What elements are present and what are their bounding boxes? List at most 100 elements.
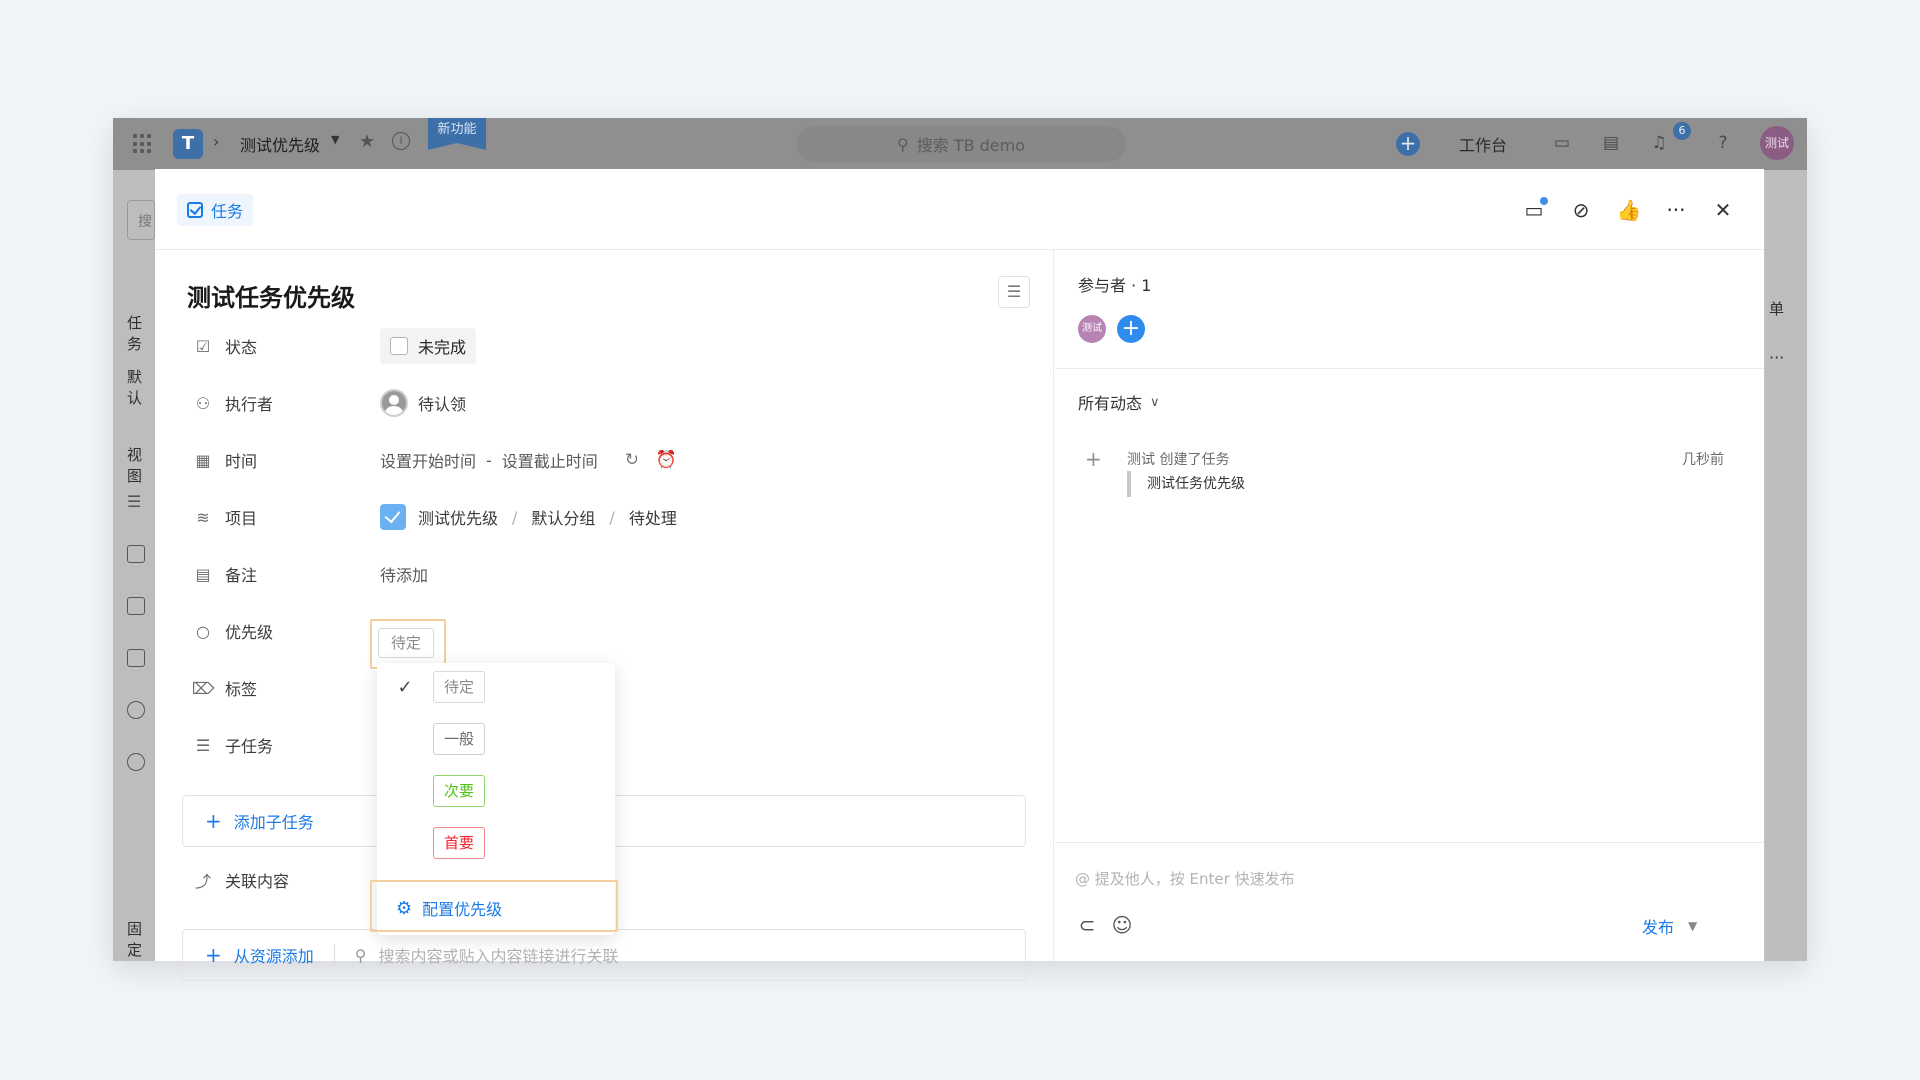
status-toggle[interactable]: 未完成 — [380, 328, 477, 364]
resource-search-input[interactable]: 搜索内容或贴入内容链接进行关联 — [379, 943, 619, 967]
info-icon[interactable]: i — [392, 132, 410, 150]
comment-input[interactable]: @ 提及他人，按 Enter 快速发布 — [1075, 868, 1295, 889]
apps-grid-icon[interactable] — [133, 134, 153, 154]
project-path[interactable]: 测试优先级 / 默认分组 / 待处理 — [380, 504, 677, 530]
calendar-icon[interactable]: ▭ — [1551, 132, 1573, 154]
config-priority-label: 配置优先级 — [422, 900, 503, 919]
help-icon[interactable]: ? — [1712, 132, 1734, 154]
square-icon — [127, 597, 145, 615]
workbench-link[interactable]: 工作台 — [1459, 132, 1507, 156]
checkbox-icon: ☑ — [195, 336, 211, 356]
project-name[interactable]: 测试优先级 — [418, 505, 498, 529]
list-icon: ☰ — [127, 492, 142, 511]
priority-option-label: 一般 — [433, 723, 486, 755]
field-priority: ○ 优先级 — [193, 611, 1033, 651]
more-icon[interactable]: ··· — [1662, 196, 1690, 224]
create-plus-icon[interactable]: + — [1396, 132, 1420, 156]
assignee-picker[interactable]: 待认领 — [380, 389, 466, 417]
add-from-resource-label: 从资源添加 — [233, 947, 314, 966]
user-avatar[interactable]: 测试 — [1760, 126, 1794, 160]
emoji-icon[interactable]: ☺ — [1110, 913, 1134, 937]
time-value: 设置开始时间 - 设置截止时间 ↻ ⏰ — [380, 448, 677, 472]
caret-down-icon[interactable]: ▼ — [331, 133, 339, 146]
add-participant-button[interactable]: + — [1117, 315, 1145, 343]
checkbox-icon — [127, 649, 145, 667]
attachment-icon[interactable]: ⊂ — [1075, 913, 1099, 937]
activity-pane: 参与者 · 1 测试 + 所有动态 ∨ + 测试 创建了任务 几秒前 测试任务优… — [1055, 250, 1764, 961]
repeat-icon[interactable]: ↻ — [622, 450, 642, 470]
close-icon[interactable]: ✕ — [1709, 196, 1737, 224]
start-time-button[interactable]: 设置开始时间 — [380, 448, 476, 472]
note-value[interactable]: 待添加 — [380, 562, 428, 586]
background-sidebar-fixed: 固定 — [127, 920, 143, 959]
background-search: 搜 — [127, 200, 155, 240]
search-icon: ⚲ — [354, 945, 367, 965]
config-priority-button[interactable]: ⚙ 配置优先级 — [396, 896, 502, 920]
layout-toggle-icon[interactable]: ☰ — [998, 276, 1030, 308]
task-title[interactable]: 测试任务优先级 — [187, 278, 355, 313]
person-icon: ⚇ — [195, 393, 211, 413]
video-icon[interactable]: ▭ — [1520, 196, 1548, 224]
project-group[interactable]: 默认分组 — [531, 505, 595, 529]
add-from-resource-button[interactable]: + 从资源添加 — [205, 943, 314, 967]
field-note: ▤ 备注 待添加 — [193, 554, 1033, 594]
thumbs-up-icon[interactable]: 👍 — [1615, 196, 1643, 224]
status-checkbox[interactable] — [390, 337, 408, 355]
divider — [1055, 842, 1764, 843]
field-label: 标签 — [225, 680, 258, 699]
message-icon[interactable]: ▤ — [1600, 132, 1622, 154]
participant-avatar[interactable]: 测试 — [1078, 315, 1106, 343]
field-label: 时间 — [225, 452, 258, 471]
check-icon: ✓ — [397, 676, 413, 698]
circle-icon: ○ — [196, 621, 210, 641]
star-icon[interactable]: ★ — [359, 131, 375, 152]
field-time: ▦ 时间 设置开始时间 - 设置截止时间 ↻ ⏰ — [193, 440, 1033, 480]
user-circle-icon — [127, 753, 145, 771]
resource-bar: + 从资源添加 ⚲ 搜索内容或贴入内容链接进行关联 — [182, 929, 1026, 981]
priority-option-minor[interactable]: 次要 — [377, 769, 615, 813]
calendar-icon — [127, 545, 145, 563]
priority-option-label: 首要 — [433, 827, 486, 859]
task-type-tag[interactable]: 任务 — [177, 194, 254, 226]
bell-icon[interactable]: ♫ — [1648, 132, 1670, 154]
due-time-button[interactable]: 设置截止时间 — [502, 448, 598, 472]
activity-filter-label: 所有动态 — [1078, 394, 1143, 413]
link-icon[interactable]: ⊘ — [1567, 196, 1595, 224]
field-label: 关联内容 — [225, 872, 290, 891]
plus-icon: + — [205, 809, 222, 833]
user-icon — [127, 701, 145, 719]
priority-option-pending[interactable]: ✓ 待定 — [377, 665, 615, 709]
activity-time: 几秒前 — [1682, 452, 1724, 468]
priority-chip[interactable]: 待定 — [378, 628, 434, 658]
gear-icon: ⚙ — [396, 897, 413, 919]
task-type-label: 任务 — [211, 202, 244, 221]
calendar-icon: ▦ — [195, 450, 211, 470]
project-column[interactable]: 待处理 — [629, 505, 677, 529]
global-search[interactable]: ⚲ 搜索 TB demo — [796, 126, 1126, 162]
note-icon: ▤ — [195, 564, 211, 584]
alarm-icon[interactable]: ⏰ — [656, 450, 677, 470]
background-right-strip: 单 ··· — [1765, 170, 1807, 961]
participants-title: 参与者 · 1 — [1078, 276, 1152, 295]
publish-button[interactable]: 发布 ▼ — [1642, 914, 1697, 938]
field-label: 优先级 — [225, 623, 274, 642]
chevron-right-icon: › — [213, 132, 220, 151]
plus-icon: + — [1085, 447, 1102, 471]
priority-option-label: 次要 — [433, 775, 486, 807]
priority-option-label: 待定 — [433, 671, 486, 703]
project-name[interactable]: 测试优先级 — [240, 132, 320, 156]
link-icon: ⤴ — [194, 872, 211, 891]
activity-filter[interactable]: 所有动态 ∨ — [1078, 390, 1160, 414]
priority-option-normal[interactable]: 一般 — [377, 717, 615, 761]
caret-down-icon[interactable]: ▼ — [1688, 919, 1697, 933]
unassigned-avatar — [380, 389, 408, 417]
priority-option-primary[interactable]: 首要 — [377, 821, 615, 865]
modal-header: 任务 ▭ ⊘ 👍 ··· ✕ — [155, 169, 1764, 250]
chevron-down-icon: ∨ — [1150, 394, 1160, 410]
field-status: ☑ 状态 未完成 — [193, 326, 1033, 366]
new-feature-badge[interactable]: 新功能 — [428, 118, 486, 150]
background-sidebar: 搜 任务 默认 视图 ☰ 固定 — [113, 170, 155, 961]
app-logo-icon[interactable]: T — [173, 129, 203, 159]
activity-text: 测试 创建了任务 — [1127, 452, 1230, 468]
background-sidebar-default: 默认 — [127, 368, 143, 407]
